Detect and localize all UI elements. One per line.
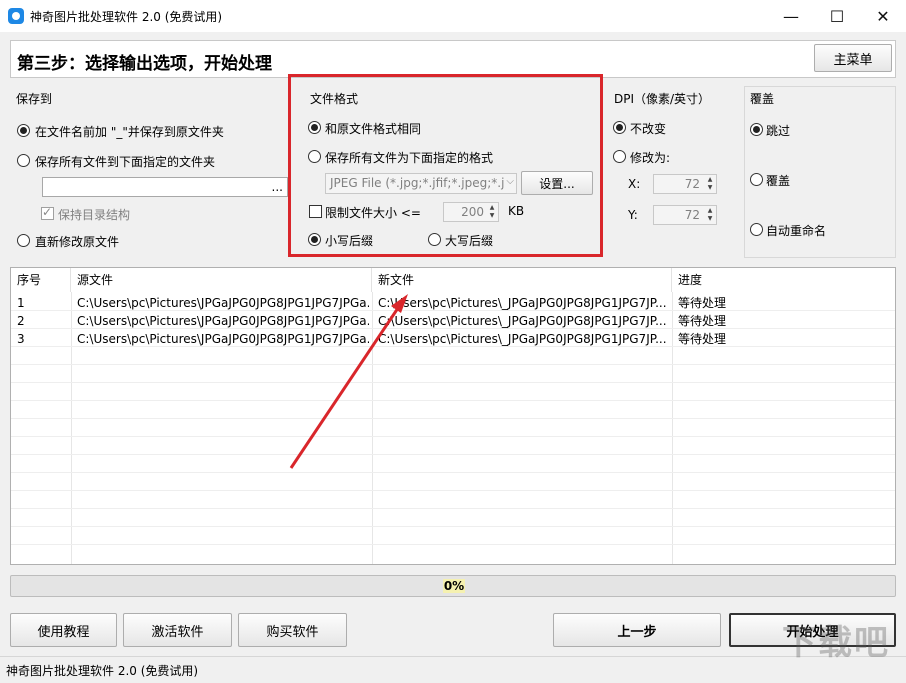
save-folder-label: 保存所有文件到下面指定的文件夹 — [35, 155, 216, 169]
cell-source: C:\Users\pc\Pictures\JPGaJPG0JPG8JPG1JPG… — [77, 332, 369, 346]
buy-button[interactable]: 购买软件 — [238, 613, 347, 647]
status-bar: 神奇图片批处理软件 2.0 (免费试用) — [0, 656, 906, 683]
watermark: 下载吧 — [782, 623, 890, 663]
dpi-change-radio[interactable] — [613, 150, 626, 163]
column-divider — [372, 268, 373, 564]
save-prefix-radio[interactable] — [17, 124, 30, 137]
cell-new: C:\Users\pc\Pictures\_JPGaJPG0JPG8JPG1JP… — [378, 296, 667, 310]
cell-status: 等待处理 — [678, 314, 727, 328]
maximize-button[interactable]: ☐ — [814, 0, 860, 32]
activate-button[interactable]: 激活软件 — [123, 613, 232, 647]
row-divider — [11, 472, 895, 473]
cell-new: C:\Users\pc\Pictures\_JPGaJPG0JPG8JPG1JP… — [378, 332, 667, 346]
row-divider — [11, 382, 895, 383]
keep-structure-label: 保持目录结构 — [58, 208, 131, 222]
folder-browse-button[interactable]: ... — [272, 180, 283, 194]
dpi-x-label: X: — [628, 177, 641, 191]
progress-bar: 0% — [10, 575, 896, 597]
cell-new: C:\Users\pc\Pictures\_JPGaJPG0JPG8JPG1JP… — [378, 314, 667, 328]
prev-step-button[interactable]: 上一步 — [553, 613, 721, 647]
progress-label: 0% — [442, 579, 466, 593]
dpi-change-label: 修改为: — [630, 151, 671, 165]
header-index[interactable]: 序号 — [11, 268, 71, 292]
cell-index: 2 — [17, 314, 25, 328]
header-new[interactable]: 新文件 — [372, 268, 672, 292]
folder-path-input[interactable]: ... — [42, 177, 288, 197]
spinner-icon[interactable]: ▲ ▼ — [705, 207, 715, 223]
row-divider — [11, 508, 895, 509]
tutorial-button[interactable]: 使用教程 — [10, 613, 117, 647]
row-divider — [11, 364, 895, 365]
title-bar: 神奇图片批处理软件 2.0 (免费试用) — ☐ ✕ — [0, 0, 906, 32]
header-source[interactable]: 源文件 — [71, 268, 372, 292]
close-button[interactable]: ✕ — [860, 0, 906, 32]
cell-status: 等待处理 — [678, 332, 727, 346]
page-title: 第三步：选择输出选项，开始处理 — [17, 54, 272, 74]
row-divider — [11, 490, 895, 491]
header-progress[interactable]: 进度 — [672, 268, 895, 292]
dpi-title: DPI（像素/英寸） — [614, 92, 711, 106]
save-prefix-label: 在文件名前加 "_"并保存到原文件夹 — [35, 125, 224, 139]
row-divider — [11, 526, 895, 527]
row-divider — [11, 544, 895, 545]
auto-rename-label: 自动重命名 — [766, 224, 827, 238]
step-header: 第三步：选择输出选项，开始处理 主菜单 — [10, 40, 896, 78]
cell-index: 3 — [17, 332, 25, 346]
cell-index: 1 — [17, 296, 25, 310]
skip-label: 跳过 — [766, 124, 791, 138]
row-divider — [11, 436, 895, 437]
dpi-y-input[interactable]: 72 ▲ ▼ — [653, 205, 717, 225]
main-menu-button[interactable]: 主菜单 — [814, 44, 892, 72]
overwrite-original-radio[interactable] — [17, 234, 30, 247]
cell-source: C:\Users\pc\Pictures\JPGaJPG0JPG8JPG1JPG… — [77, 296, 369, 310]
column-divider — [71, 268, 72, 564]
minimize-button[interactable]: — — [768, 0, 814, 32]
overwrite-original-label: 直新修改原文件 — [35, 235, 120, 249]
row-divider — [11, 418, 895, 419]
dpi-unchanged-label: 不改变 — [630, 122, 667, 136]
column-divider — [672, 268, 673, 564]
file-table[interactable]: 序号 源文件 新文件 进度 1 C:\Users\pc\Pictures\JPG… — [10, 267, 896, 565]
highlight-frame — [288, 74, 603, 257]
save-folder-radio[interactable] — [17, 154, 30, 167]
keep-structure-checkbox[interactable] — [41, 205, 54, 220]
app-icon — [8, 8, 24, 24]
overwrite-radio[interactable] — [750, 173, 763, 186]
row-divider — [11, 400, 895, 401]
status-text: 神奇图片批处理软件 2.0 (免费试用) — [6, 664, 199, 678]
skip-radio[interactable] — [750, 123, 763, 136]
overwrite-title: 覆盖 — [750, 92, 775, 106]
save-to-title: 保存到 — [16, 92, 53, 106]
cell-source: C:\Users\pc\Pictures\JPGaJPG0JPG8JPG1JPG… — [77, 314, 369, 328]
dpi-y-label: Y: — [628, 208, 638, 222]
spinner-icon[interactable]: ▲ ▼ — [705, 176, 715, 192]
auto-rename-radio[interactable] — [750, 223, 763, 236]
dpi-x-input[interactable]: 72 ▲ ▼ — [653, 174, 717, 194]
overwrite-label: 覆盖 — [766, 174, 791, 188]
cell-status: 等待处理 — [678, 296, 727, 310]
dpi-unchanged-radio[interactable] — [613, 121, 626, 134]
dpi-y-value: 72 — [684, 208, 700, 222]
row-divider — [11, 454, 895, 455]
window-title: 神奇图片批处理软件 2.0 (免费试用) — [30, 10, 223, 24]
dpi-x-value: 72 — [684, 177, 700, 191]
